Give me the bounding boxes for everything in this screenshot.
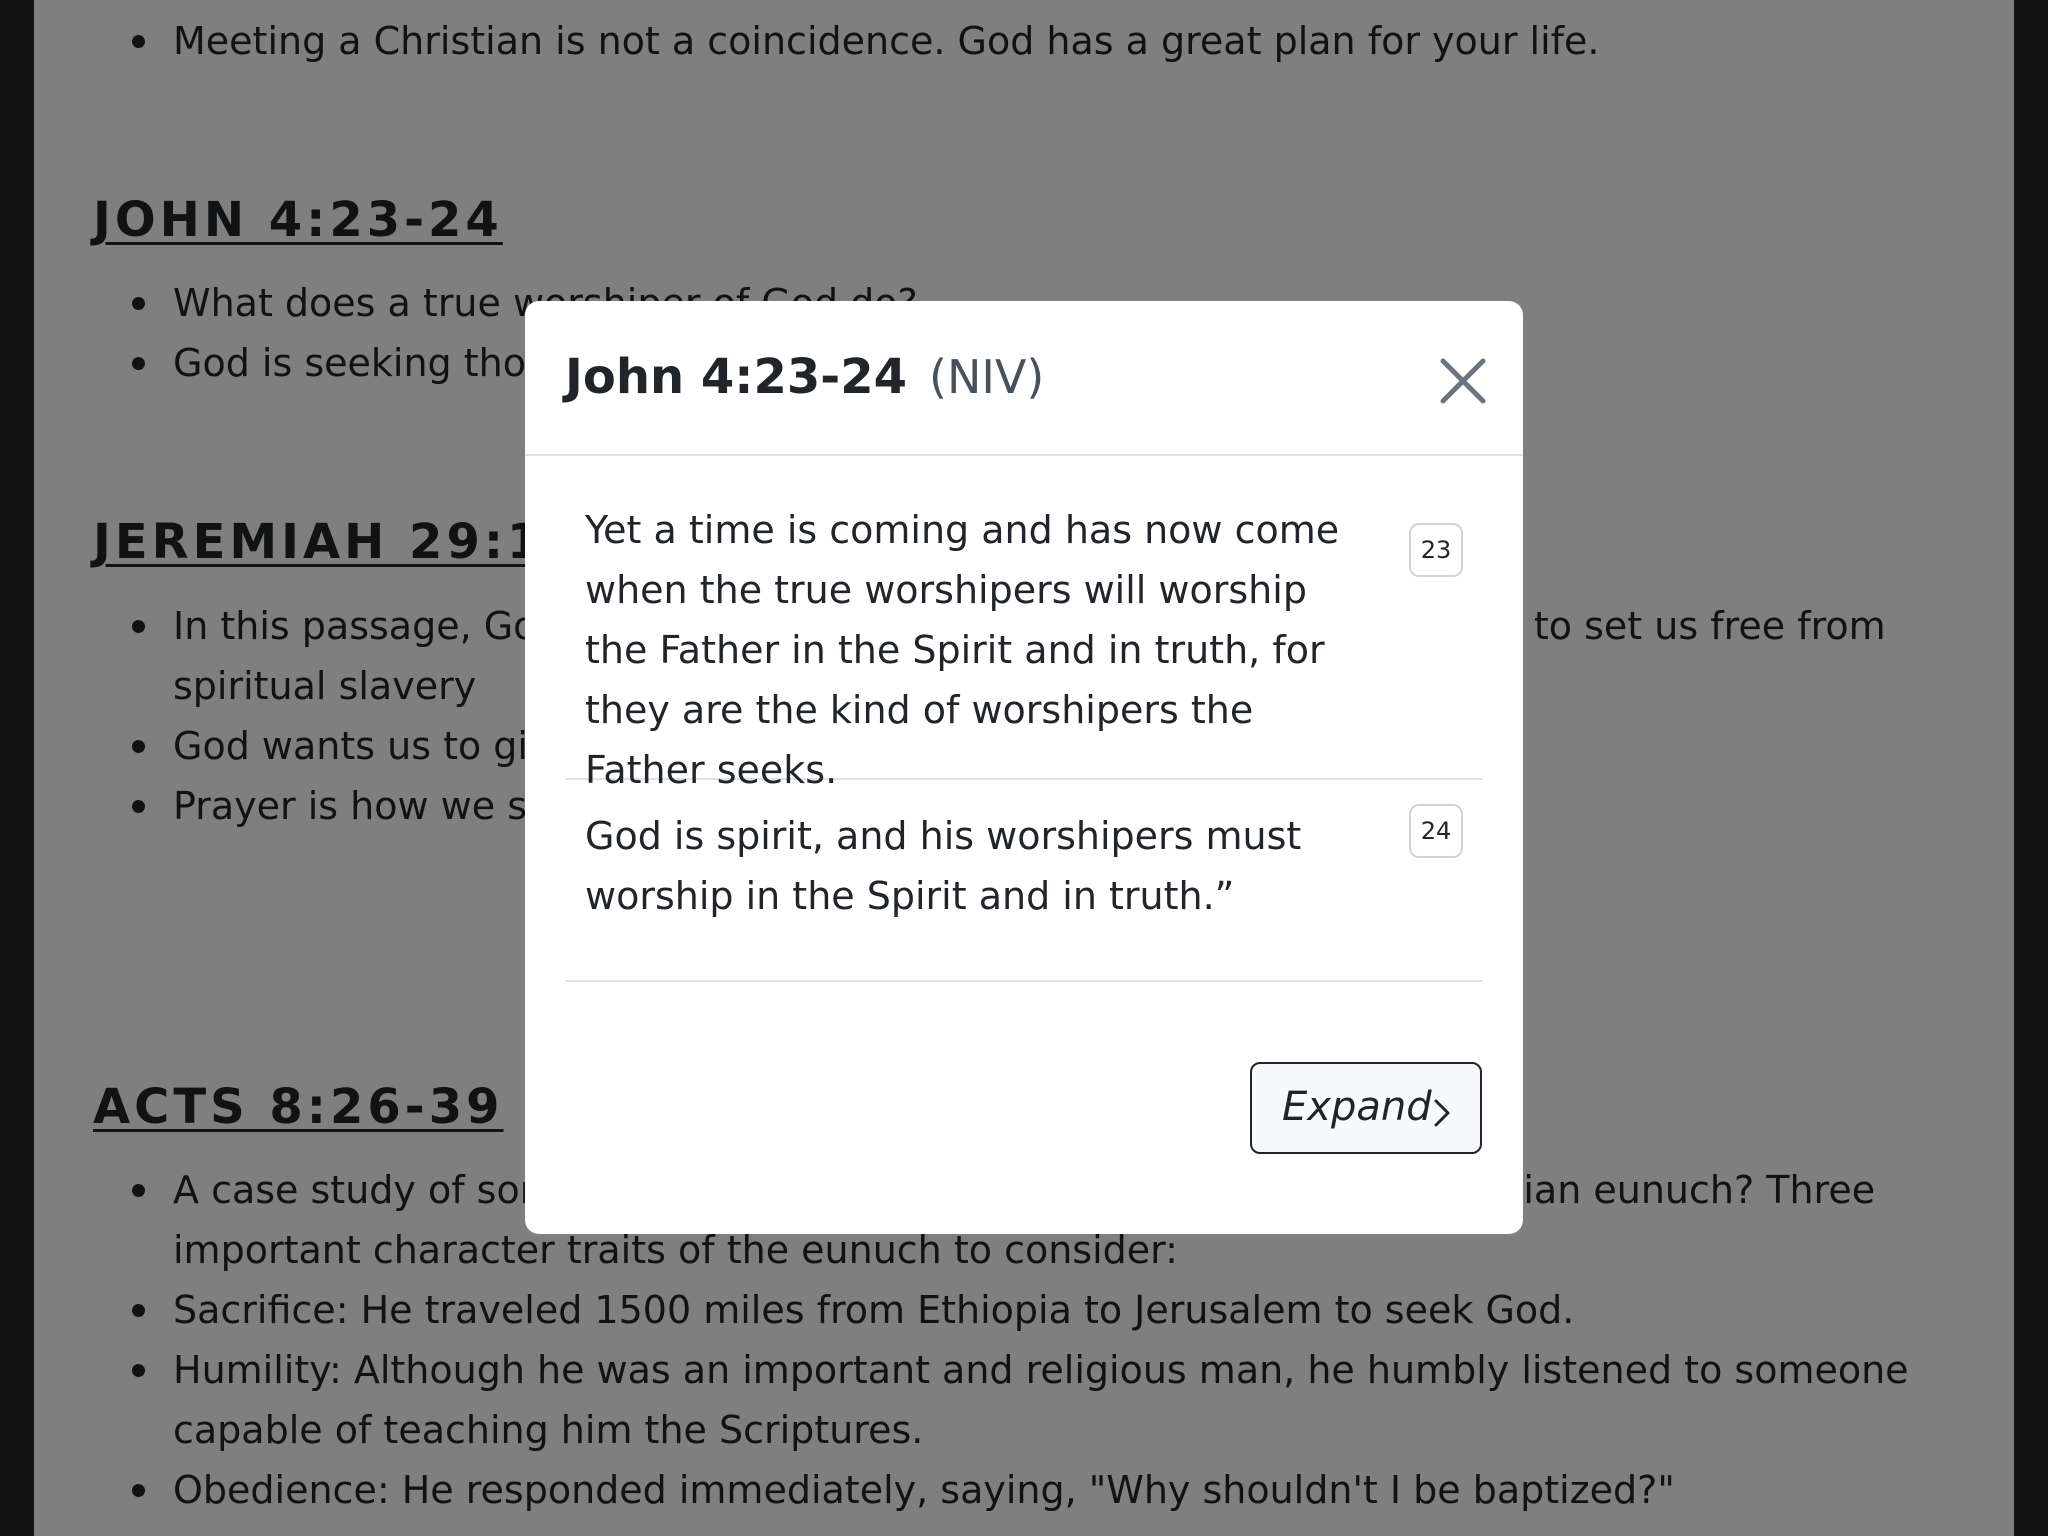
verse-text: Yet a time is coming and has now come wh… <box>585 508 1340 792</box>
verse-number-badge: 23 <box>1409 523 1463 577</box>
close-button[interactable] <box>1435 353 1491 409</box>
modal-header: John 4:23-24 (NIV) <box>525 301 1523 456</box>
expand-label: Expand <box>1282 1084 1432 1130</box>
bible-version: (NIV) <box>929 350 1045 404</box>
verse-row-23: Yet a time is coming and has now come wh… <box>565 456 1483 792</box>
verse-row-24: God is spirit, and his worshipers must w… <box>565 780 1483 982</box>
chevron-right-icon <box>1434 1099 1450 1127</box>
verse-list: Yet a time is coming and has now come wh… <box>565 456 1483 1080</box>
verse-text: God is spirit, and his worshipers must w… <box>585 814 1302 918</box>
modal-title: John 4:23-24 (NIV) <box>565 349 1044 405</box>
verse-number-badge: 24 <box>1409 804 1463 858</box>
passage-reference: John 4:23-24 <box>565 349 907 405</box>
verse-list-inner: Yet a time is coming and has now come wh… <box>565 456 1483 1080</box>
expand-button[interactable]: Expand <box>1250 1062 1482 1154</box>
passage-modal: John 4:23-24 (NIV) Yet a time is coming a… <box>525 301 1523 1234</box>
close-icon <box>1440 358 1486 404</box>
